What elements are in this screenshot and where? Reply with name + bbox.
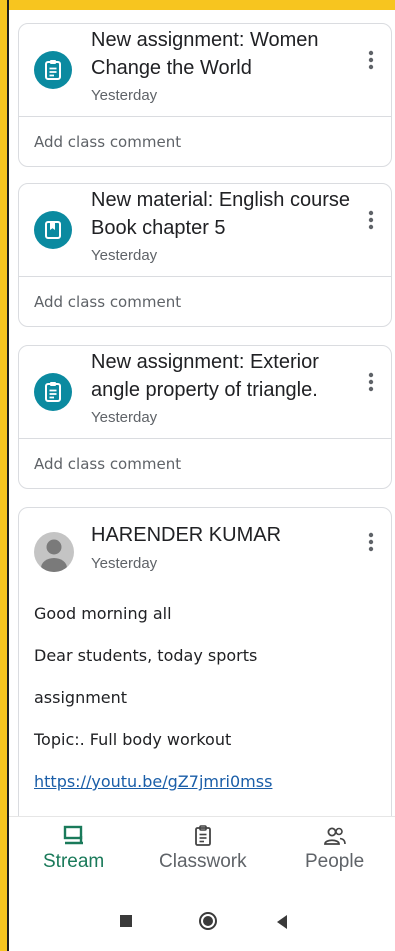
more-vert-icon[interactable]	[361, 46, 381, 74]
screen-frame-left	[0, 0, 7, 951]
post-text-line: Good morning all	[34, 604, 172, 623]
classwork-icon	[194, 825, 211, 846]
post-text-line: Dear students, today sports	[34, 646, 258, 665]
stream-card-material[interactable]: New material: English course Book chapte…	[18, 183, 392, 327]
screen-frame-top	[0, 0, 395, 10]
tab-people[interactable]: People	[305, 825, 364, 873]
back-triangle-icon[interactable]	[275, 914, 289, 935]
more-vert-icon[interactable]	[361, 368, 381, 396]
post-timestamp: Yesterday	[91, 555, 158, 572]
card-title[interactable]: New material: English course Book chapte…	[91, 186, 351, 242]
tab-stream[interactable]: Stream	[43, 825, 104, 873]
card-header[interactable]: New assignment: Women Change the World Y…	[19, 24, 391, 117]
tab-classwork-label: Classwork	[159, 851, 247, 872]
more-vert-icon[interactable]	[361, 206, 381, 234]
post-text-line: assignment	[34, 688, 128, 707]
tab-classwork[interactable]: Classwork	[159, 825, 247, 873]
post-text-line: Topic:. Full body workout	[34, 730, 232, 749]
card-header[interactable]: New assignment: Exterior angle property …	[19, 346, 391, 439]
add-class-comment[interactable]: Add class comment	[19, 117, 391, 166]
stream-icon	[63, 825, 83, 845]
home-circle-icon[interactable]	[198, 911, 218, 936]
assignment-icon	[34, 373, 72, 411]
more-vert-icon[interactable]	[361, 528, 381, 556]
card-title[interactable]: New assignment: Women Change the World	[91, 26, 351, 82]
people-icon	[323, 827, 346, 845]
card-header[interactable]: New material: English course Book chapte…	[19, 184, 391, 277]
tab-people-label: People	[305, 851, 365, 872]
system-navigation-bar	[9, 896, 395, 951]
tab-stream-label: Stream	[43, 851, 105, 872]
add-class-comment[interactable]: Add class comment	[19, 277, 391, 326]
bottom-navigation: Stream Classwork People	[9, 816, 395, 897]
card-timestamp: Yesterday	[91, 409, 158, 426]
announcement-card[interactable]: HARENDER KUMAR Yesterday Good morning al…	[18, 507, 392, 816]
material-book-icon	[34, 211, 72, 249]
card-title[interactable]: New assignment: Exterior angle property …	[91, 348, 351, 404]
post-link[interactable]: https://youtu.be/gZ7jmri0mss	[34, 772, 272, 791]
card-timestamp: Yesterday	[91, 87, 158, 104]
add-class-comment[interactable]: Add class comment	[19, 439, 391, 488]
card-timestamp: Yesterday	[91, 247, 158, 264]
assignment-icon	[34, 51, 72, 89]
recents-square-icon[interactable]	[119, 914, 133, 933]
stream-feed[interactable]: New assignment: Women Change the World Y…	[9, 10, 395, 816]
post-body: Good morning all Dear students, today sp…	[34, 593, 374, 803]
stream-card-assignment[interactable]: New assignment: Women Change the World Y…	[18, 23, 392, 167]
avatar	[34, 532, 74, 572]
stream-card-assignment[interactable]: New assignment: Exterior angle property …	[18, 345, 392, 489]
post-author: HARENDER KUMAR	[91, 524, 282, 546]
